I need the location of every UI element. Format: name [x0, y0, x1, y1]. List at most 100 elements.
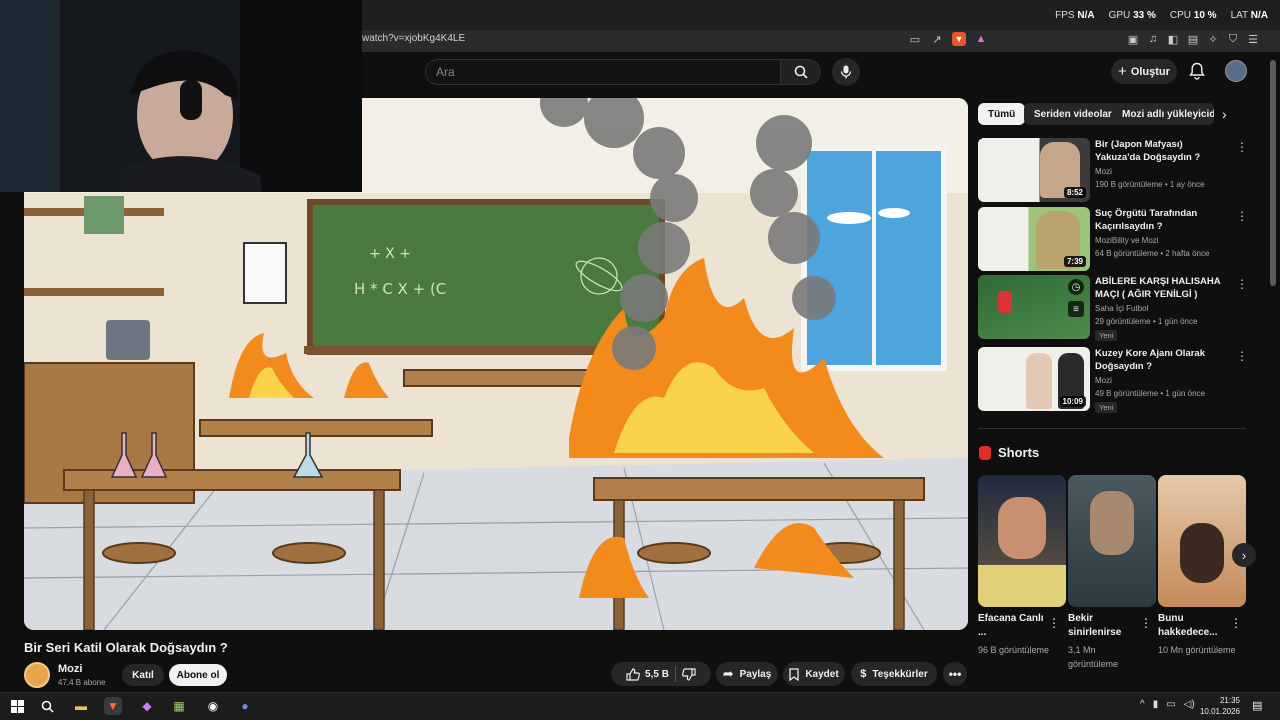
short-thumbnail[interactable]: [978, 475, 1066, 607]
notification-center-icon[interactable]: ▤: [1252, 699, 1262, 712]
cast-icon[interactable]: ▭: [908, 32, 922, 46]
voice-search-button[interactable]: [832, 58, 860, 86]
system-tray: ^ ▮ ▭ ◁): [1140, 699, 1195, 710]
short-thumbnail[interactable]: [1068, 475, 1156, 607]
video-thumbnail[interactable]: 10:09: [978, 347, 1090, 411]
share-button[interactable]: ➦ Paylaş: [716, 662, 778, 686]
short-title[interactable]: Bekir sinirlenirse: [1068, 612, 1138, 640]
video-duration: 10:09: [1059, 396, 1086, 407]
recommendation-meta: 190 B görüntüleme • 1 ay önce: [1095, 180, 1205, 189]
clock-date: 10.01.2026: [1199, 707, 1240, 716]
search-input[interactable]: Ara: [425, 59, 781, 85]
leo-icon[interactable]: ✧: [1206, 32, 1220, 46]
save-label: Kaydet: [805, 668, 839, 680]
short-title[interactable]: Bunu hakkedece...: [1158, 612, 1228, 640]
sidebar-icon[interactable]: ◧: [1166, 32, 1180, 46]
network-icon[interactable]: ▭: [1166, 699, 1175, 710]
recommendation-title: Bir (Japon Mafyası) Yakuza'da Doğsaydın …: [1095, 139, 1201, 163]
channel-avatar[interactable]: [24, 662, 50, 688]
shorts-next-button[interactable]: ›: [1232, 543, 1256, 567]
account-avatar[interactable]: [1225, 60, 1247, 82]
more-vertical-icon[interactable]: ⋮: [1048, 616, 1060, 630]
wallet-icon[interactable]: ▤: [1186, 32, 1200, 46]
chevron-up-icon[interactable]: ^: [1140, 699, 1145, 710]
recommendation-item[interactable]: 7:39 Suç Örgütü Tarafından Kaçırılsaydın…: [978, 207, 1278, 273]
screenshot-icon[interactable]: ▣: [1126, 32, 1140, 46]
rewards-icon[interactable]: ▲: [974, 32, 988, 46]
obs-icon[interactable]: ◉: [204, 697, 222, 715]
thanks-button[interactable]: $ Teşekkürler: [851, 662, 937, 686]
lat-label: LAT: [1230, 10, 1248, 21]
app-icon-1[interactable]: ◆: [138, 697, 156, 715]
dislike-button[interactable]: [682, 667, 696, 681]
microphone-tray-icon[interactable]: ▮: [1153, 699, 1159, 710]
recommendation-meta: 64 B görüntüleme • 2 hafta önce: [1095, 249, 1210, 258]
recommendation-item[interactable]: 8:52 Bir (Japon Mafyası) Yakuza'da Doğsa…: [978, 138, 1278, 204]
video-duration: 8:52: [1063, 187, 1086, 198]
video-duration: 7:39: [1063, 256, 1086, 267]
cpu-label: CPU: [1169, 10, 1191, 21]
channel-name[interactable]: Mozi: [58, 663, 82, 675]
taskbar: [0, 692, 1280, 720]
app-icon-2[interactable]: ▦: [170, 697, 188, 715]
page-scrollbar[interactable]: [1270, 60, 1276, 286]
url-text[interactable]: watch?v=xjobKg4K4LE: [362, 33, 465, 44]
more-vertical-icon[interactable]: ⋮: [1236, 349, 1248, 363]
more-vertical-icon[interactable]: ⋮: [1236, 209, 1248, 223]
volume-icon[interactable]: ◁): [1184, 699, 1195, 710]
search-button[interactable]: [781, 59, 821, 85]
media-icon[interactable]: ♫: [1146, 32, 1160, 46]
more-vertical-icon[interactable]: ⋮: [1230, 616, 1242, 630]
recommendation-channel: Saha İçi Futbol: [1095, 304, 1149, 313]
chip-all[interactable]: Tümü: [978, 103, 1026, 125]
menu-icon[interactable]: ☰: [1246, 32, 1260, 46]
shorts-heading: Shorts: [998, 445, 1040, 460]
subscribe-button[interactable]: Abone ol: [169, 664, 227, 686]
recommendation-title: ABİLERE KARŞI HALISAHA MAÇI ( AĞIR YENİL…: [1095, 276, 1221, 300]
gpu-label: GPU: [1108, 10, 1131, 21]
thumbs-down-icon: [682, 667, 696, 681]
video-thumbnail[interactable]: 8:52: [978, 138, 1090, 202]
subscriber-count: 47,4 B abone: [58, 678, 106, 687]
like-dislike-group: 5,5 B: [611, 662, 711, 686]
add-to-queue-icon[interactable]: ≡: [1068, 301, 1084, 317]
more-vertical-icon[interactable]: ⋮: [1236, 277, 1248, 291]
browser-toolbar: ▣ ♫ ◧ ▤ ✧ ⛉ ☰: [1126, 32, 1260, 46]
chips-next-icon[interactable]: ›: [1222, 106, 1227, 122]
file-explorer-icon[interactable]: ▬: [72, 697, 90, 715]
short-thumbnail[interactable]: [1158, 475, 1246, 607]
like-count: 5,5 B: [645, 668, 669, 680]
recommendation-item[interactable]: ◷ ≡ ABİLERE KARŞI HALISAHA MAÇI ( AĞIR Y…: [978, 275, 1278, 341]
streamer-silhouette: [0, 0, 362, 192]
video-title: Bir Seri Katil Olarak Doğsaydın ?: [24, 640, 228, 655]
recommendation-item[interactable]: 10:09 Kuzey Kore Ajanı Olarak Doğsaydın …: [978, 347, 1278, 413]
watch-later-icon[interactable]: ◷: [1068, 279, 1084, 295]
address-icons: ▭ ↗ ▼ ▲: [908, 32, 988, 46]
thumbs-up-icon: [626, 667, 640, 681]
discord-icon[interactable]: ●: [236, 697, 254, 715]
create-button[interactable]: + Oluştur: [1111, 59, 1177, 84]
more-vertical-icon[interactable]: ⋮: [1236, 140, 1248, 154]
like-button[interactable]: 5,5 B: [626, 667, 669, 681]
notifications-button[interactable]: [1189, 62, 1205, 85]
taskbar-search-icon[interactable]: [38, 697, 56, 715]
join-button[interactable]: Katıl: [122, 664, 164, 686]
chip-uploader[interactable]: Mozi adlı yükleyicide: [1112, 103, 1214, 125]
share-icon[interactable]: ↗: [930, 32, 944, 46]
video-thumbnail[interactable]: 7:39: [978, 207, 1090, 271]
chip-series[interactable]: Seriden videolar: [1024, 103, 1122, 125]
save-button[interactable]: Kaydet: [783, 662, 845, 686]
thanks-label: Teşekkürler: [872, 668, 928, 680]
taskbar-clock[interactable]: 21:35 10.01.2026: [1200, 695, 1240, 717]
windows-start-icon[interactable]: [8, 697, 26, 715]
webcam-overlay: [0, 0, 362, 192]
vpn-icon[interactable]: ⛉: [1226, 32, 1240, 46]
brave-browser-icon[interactable]: ▼: [104, 697, 122, 715]
section-divider: [978, 428, 1246, 429]
short-title[interactable]: Efacana Canlı ...: [978, 612, 1048, 640]
recommendation-channel: Mozi: [1095, 167, 1112, 176]
more-vertical-icon[interactable]: ⋮: [1140, 616, 1152, 630]
brave-shield-icon[interactable]: ▼: [952, 32, 966, 46]
more-actions-button[interactable]: •••: [943, 662, 967, 686]
video-thumbnail[interactable]: ◷ ≡: [978, 275, 1090, 339]
